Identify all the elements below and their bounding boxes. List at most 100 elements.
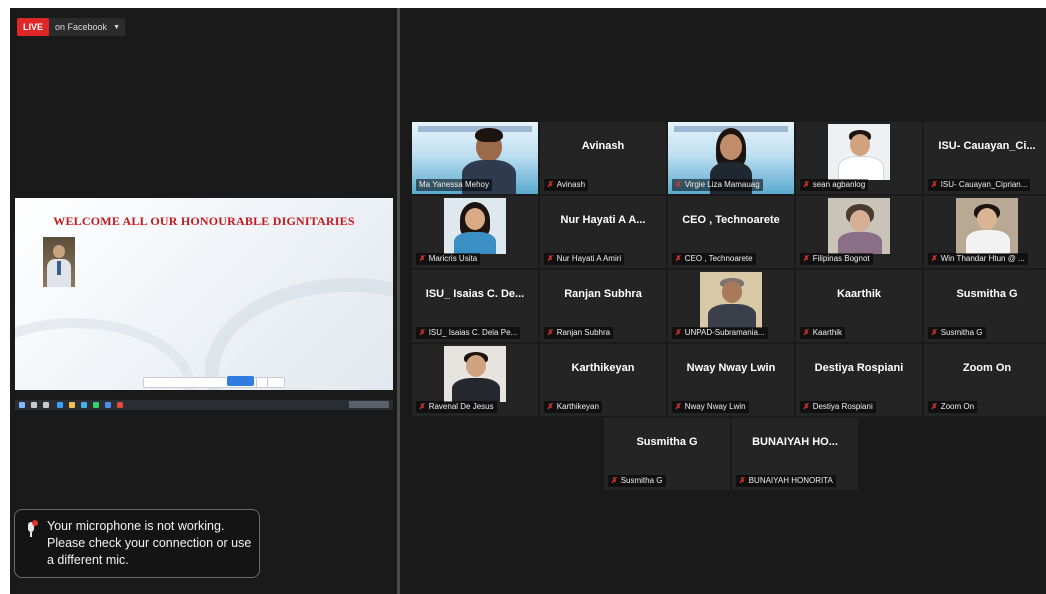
mic-muted-icon: ✗: [547, 402, 554, 411]
participant-display-name: Nway Nway Lwin: [686, 362, 776, 374]
mic-muted-icon: ✗: [547, 254, 554, 263]
participant-tile[interactable]: BUNAIYAH HO... ✗ BUNAIYAH HONORITA: [732, 418, 858, 490]
participant-name-label: Ma Yanessa Mehoy: [416, 179, 492, 191]
shared-stop-button: [227, 376, 254, 386]
participant-tile[interactable]: Avinash ✗ Avinash: [540, 122, 666, 194]
participant-photo: [956, 198, 1018, 254]
participant-name-label: ✗ Nway Nway Lwin: [672, 401, 749, 413]
participant-photo: [828, 198, 890, 254]
mic-muted-icon: ✗: [611, 476, 618, 485]
participant-name-label: ✗ Susmitha G: [608, 475, 666, 487]
participant-name-label: ✗ Destiya Rospiani: [800, 401, 876, 413]
participant-tile[interactable]: Zoom On ✗ Zoom On: [924, 344, 1046, 416]
participant-photo: [700, 272, 762, 328]
app-icon: [93, 402, 99, 408]
mic-warning-message: Your microphone is not working. Please c…: [47, 519, 252, 567]
mic-muted-icon: ✗: [419, 254, 426, 263]
browser-icon: [57, 402, 63, 408]
participant-tile[interactable]: Nur Hayati A A... ✗ Nur Hayati A Amiri: [540, 196, 666, 268]
mic-muted-icon: ✗: [803, 254, 810, 263]
mic-muted-icon: ✗: [803, 328, 810, 337]
participant-tile[interactable]: Karthikeyan ✗ Karthikeyan: [540, 344, 666, 416]
windows-start-icon: [19, 402, 25, 408]
participant-tile[interactable]: Destiya Rospiani ✗ Destiya Rospiani: [796, 344, 922, 416]
participant-tile[interactable]: Kaarthik ✗ Kaarthik: [796, 270, 922, 342]
zoom-meeting-window: LIVE on Facebook ▼ WELCOME ALL OUR HONOU…: [10, 8, 1046, 594]
participant-photo: [444, 346, 506, 402]
slide-title: WELCOME ALL OUR HONOURABLE DIGNITARIES: [53, 214, 355, 228]
participant-name-label: ✗ Karthikeyan: [544, 401, 602, 413]
participant-name-label: ✗ Ranjan Subhra: [544, 327, 614, 339]
live-platform-label: on Facebook: [55, 22, 108, 32]
participant-display-name: Karthikeyan: [571, 362, 635, 374]
participant-display-name: Kaarthik: [836, 288, 882, 300]
participant-tile[interactable]: ✗ sean agbanlog: [796, 122, 922, 194]
participant-display-name: CEO , Technoarete: [682, 214, 780, 226]
participant-tile[interactable]: ✗ UNPAD-Subramania...: [668, 270, 794, 342]
speaker-video-thumbnail: [43, 237, 75, 287]
participant-display-name: Nur Hayati A A...: [560, 214, 646, 226]
participant-display-name: Susmitha G: [956, 288, 1018, 300]
shared-hide-button: [256, 377, 268, 388]
participant-display-name: Avinash: [581, 140, 625, 152]
participant-tile[interactable]: ✗ Virgie Liza Mamauag: [668, 122, 794, 194]
participant-name-label: ✗ BUNAIYAH HONORITA: [736, 475, 836, 487]
participant-display-name: Susmitha G: [636, 436, 698, 448]
gallery-view: Ma Yanessa Mehoy Avinash ✗ Avinash ✗ Virgi…: [412, 122, 1046, 490]
participant-tile[interactable]: CEO , Technoarete ✗ CEO , Technoarete: [668, 196, 794, 268]
participant-name-label: ✗ Filipinas Bognot: [800, 253, 873, 265]
participant-tile[interactable]: Nway Nway Lwin ✗ Nway Nway Lwin: [668, 344, 794, 416]
participant-name-label: ✗ Virgie Liza Mamauag: [672, 179, 763, 191]
mic-muted-icon: ✗: [675, 180, 682, 189]
mic-muted-icon: ✗: [675, 328, 682, 337]
shared-taskbar: [15, 400, 393, 410]
participant-name-label: ✗ Susmitha G: [928, 327, 986, 339]
participant-name-label: ✗ ISU- Cauayan_Ciprian...: [928, 179, 1031, 191]
mic-muted-icon: ✗: [419, 328, 426, 337]
mic-muted-icon: ✗: [931, 328, 938, 337]
search-icon: [31, 402, 37, 408]
clock: [349, 401, 389, 408]
participant-tile[interactable]: Susmitha G ✗ Susmitha G: [924, 270, 1046, 342]
participant-tile[interactable]: ✗ Ravenal De Jesus: [412, 344, 538, 416]
shared-screen: WELCOME ALL OUR HONOURABLE DIGNITARIES: [15, 198, 393, 390]
participant-tile[interactable]: Ma Yanessa Mehoy: [412, 122, 538, 194]
participant-tile[interactable]: ✗ Win Thandar Htun @ ...: [924, 196, 1046, 268]
mic-warning-toast[interactable]: Your microphone is not working. Please c…: [14, 509, 260, 578]
participant-tile[interactable]: ✗ Maricris Usita: [412, 196, 538, 268]
app-icon: [81, 402, 87, 408]
participant-name-label: ✗ sean agbanlog: [800, 179, 869, 191]
participant-name-label: ✗ UNPAD-Subramania...: [672, 327, 768, 339]
participant-display-name: Destiya Rospiani: [814, 362, 904, 374]
participant-tile[interactable]: ISU- Cauayan_Ci... ✗ ISU- Cauayan_Ciprian…: [924, 122, 1046, 194]
participant-tile[interactable]: ✗ Filipinas Bognot: [796, 196, 922, 268]
participant-display-name: Ranjan Subhra: [564, 288, 642, 300]
participant-display-name: ISU_ Isaias C. De...: [425, 288, 525, 300]
mic-muted-icon: ✗: [931, 402, 938, 411]
mic-muted-icon: ✗: [547, 328, 554, 337]
live-streaming-badge[interactable]: LIVE on Facebook ▼: [17, 18, 125, 36]
mic-muted-icon: ✗: [803, 180, 810, 189]
participant-display-name: BUNAIYAH HO...: [752, 436, 838, 448]
mic-muted-icon: ✗: [931, 254, 938, 263]
participant-name-label: ✗ Maricris Usita: [416, 253, 481, 265]
participant-name-label: ✗ ISU_ Isaias C. Dela Pe...: [416, 327, 521, 339]
participant-name-label: ✗ Win Thandar Htun @ ...: [928, 253, 1028, 265]
participant-name-label: ✗ Avinash: [544, 179, 589, 191]
live-tag: LIVE: [17, 18, 50, 36]
mic-muted-icon: ✗: [931, 180, 938, 189]
mic-muted-icon: ✗: [803, 402, 810, 411]
participant-tile[interactable]: Ranjan Subhra ✗ Ranjan Subhra: [540, 270, 666, 342]
mic-muted-icon: ✗: [547, 180, 554, 189]
participant-photo: [444, 198, 506, 254]
participant-name-label: ✗ Nur Hayati A Amiri: [544, 253, 625, 265]
participant-tile[interactable]: ISU_ Isaias C. De... ✗ ISU_ Isaias C. Del…: [412, 270, 538, 342]
participant-name-label: ✗ Zoom On: [928, 401, 978, 413]
panel-divider[interactable]: [397, 8, 400, 594]
mic-muted-icon: ✗: [675, 402, 682, 411]
participant-tile[interactable]: Susmitha G ✗ Susmitha G: [604, 418, 730, 490]
participant-name-label: ✗ Ravenal De Jesus: [416, 401, 497, 413]
mic-muted-icon: ✗: [419, 402, 426, 411]
participant-name-label: ✗ Kaarthik: [800, 327, 846, 339]
chevron-down-icon[interactable]: ▼: [113, 24, 125, 31]
